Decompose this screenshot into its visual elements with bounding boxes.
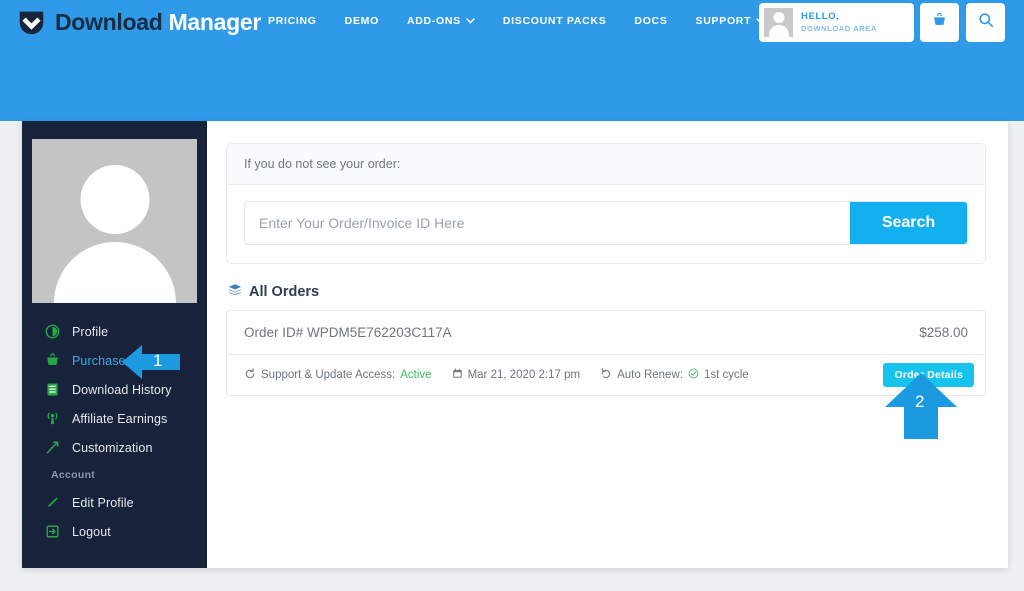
- support-access-meta: Support & Update Access: Active: [244, 367, 432, 383]
- order-search-row: Search: [244, 201, 968, 245]
- nav-label: ADD-ONS: [406, 15, 461, 27]
- order-price-label: $258.00: [919, 325, 968, 340]
- order-search-heading: If you do not see your order:: [227, 144, 985, 185]
- calendar-icon: [452, 368, 463, 382]
- order-id-label: Order ID# WPDM5E762203C117A: [244, 325, 452, 340]
- nav-item-demo[interactable]: DEMO: [345, 15, 379, 27]
- all-orders-title-text: All Orders: [249, 284, 320, 300]
- account-text: HELLO, DOWNLOAD AREA: [801, 11, 877, 33]
- all-orders-heading: All Orders: [228, 283, 986, 301]
- account-hello-label: HELLO,: [801, 11, 840, 23]
- sidebar-item-download-history[interactable]: Download History: [22, 375, 207, 404]
- main-navigation: PRICING DEMO ADD-ONS DISCOUNT PACKS DOCS…: [268, 15, 826, 27]
- sidebar-item-label: Profile: [72, 324, 109, 339]
- pencil-icon: [44, 495, 60, 511]
- site-header: Download Manager PRICING DEMO ADD-ONS DI…: [0, 0, 1024, 121]
- dashboard-main: If you do not see your order: Search: [207, 121, 1008, 568]
- shopping-basket-icon: [44, 353, 60, 369]
- table-row: Order ID# WPDM5E762203C117A $258.00 Supp…: [227, 311, 985, 395]
- refresh-access-icon: [244, 367, 256, 383]
- order-row-header: Order ID# WPDM5E762203C117A $258.00: [227, 311, 985, 355]
- brand-title: Download Manager: [55, 8, 261, 37]
- brand-logo[interactable]: Download Manager: [17, 8, 261, 37]
- sidebar-item-label: Download History: [72, 382, 172, 397]
- auto-renew-value: 1st cycle: [703, 369, 749, 381]
- sidebar-item-logout[interactable]: Logout: [22, 517, 207, 546]
- nav-label: DEMO: [344, 15, 379, 27]
- sidebar-item-label: Purchases: [72, 353, 132, 368]
- order-id-input[interactable]: [245, 202, 850, 244]
- hammer-tool-icon: [44, 440, 60, 456]
- search-submit-button[interactable]: Search: [850, 202, 967, 244]
- nav-label: DOCS: [634, 15, 668, 27]
- sidebar-item-label: Customization: [72, 440, 153, 455]
- profile-circle-icon: [44, 324, 60, 340]
- nav-label: SUPPORT: [695, 15, 752, 27]
- sidebar-menu: Profile Purchases Download History Affil…: [22, 317, 207, 546]
- nav-label: DISCOUNT PACKS: [502, 15, 607, 27]
- sidebar-item-customization[interactable]: Customization: [22, 433, 207, 462]
- sidebar-item-purchases[interactable]: Purchases: [22, 346, 207, 375]
- nav-item-discount-packs[interactable]: DISCOUNT PACKS: [503, 15, 607, 27]
- sidebar-section-account: Account: [51, 469, 96, 481]
- sidebar-item-label: Logout: [72, 524, 111, 539]
- auto-renew-meta: Auto Renew: 1st cycle: [600, 367, 749, 383]
- sidebar-item-affiliate-earnings[interactable]: Affiliate Earnings: [22, 404, 207, 433]
- sidebar-item-edit-profile[interactable]: Edit Profile: [22, 488, 207, 517]
- auto-renew-label: Auto Renew:: [617, 369, 683, 381]
- brand-word-1: Download: [55, 9, 163, 35]
- sidebar-item-label: Edit Profile: [72, 495, 134, 510]
- status-badge: Active: [400, 369, 432, 381]
- chevron-down-shield-icon: [17, 8, 46, 37]
- check-circle-icon: [688, 368, 699, 382]
- layers-stack-icon: [228, 283, 242, 301]
- nav-label: PRICING: [268, 15, 317, 27]
- sidebar-item-label: Affiliate Earnings: [72, 411, 168, 426]
- order-search-body: Search: [227, 185, 985, 263]
- dashboard-sidebar: Profile Purchases Download History Affil…: [22, 121, 207, 568]
- cart-button[interactable]: [920, 3, 959, 42]
- order-date-meta: Mar 21, 2020 2:17 pm: [452, 368, 581, 382]
- chevron-down-icon: [466, 18, 475, 24]
- account-download-area-button[interactable]: HELLO, DOWNLOAD AREA: [759, 3, 914, 42]
- logout-arrow-icon: [44, 524, 60, 540]
- list-document-icon: [44, 382, 60, 398]
- order-date-label: Mar 21, 2020 2:17 pm: [467, 369, 581, 381]
- order-search-panel: If you do not see your order: Search: [226, 143, 986, 264]
- user-avatar-placeholder-icon: [32, 139, 197, 303]
- nav-item-docs[interactable]: DOCS: [634, 15, 667, 27]
- account-area-label: DOWNLOAD AREA: [801, 23, 877, 33]
- shopping-basket-icon: [932, 12, 947, 33]
- nav-item-add-ons[interactable]: ADD-ONS: [407, 15, 475, 27]
- auto-renew-icon: [600, 367, 612, 383]
- support-access-label: Support & Update Access:: [261, 369, 396, 381]
- order-details-button[interactable]: Order Details: [883, 363, 974, 387]
- page-root: Download Manager PRICING DEMO ADD-ONS DI…: [0, 0, 1024, 591]
- user-avatar-icon: [764, 8, 793, 37]
- order-row-meta: Support & Update Access: Active Mar 21, …: [227, 355, 985, 395]
- nav-item-pricing[interactable]: PRICING: [268, 15, 317, 27]
- broadcast-antenna-icon: [44, 411, 60, 427]
- brand-word-2: Manager: [168, 9, 262, 35]
- search-button[interactable]: [966, 3, 1005, 42]
- sidebar-item-profile[interactable]: Profile: [22, 317, 207, 346]
- orders-list: Order ID# WPDM5E762203C117A $258.00 Supp…: [226, 310, 986, 396]
- nav-item-support[interactable]: SUPPORT: [696, 15, 766, 27]
- magnifier-icon: [978, 12, 994, 33]
- dashboard-shell: Profile Purchases Download History Affil…: [22, 121, 1008, 568]
